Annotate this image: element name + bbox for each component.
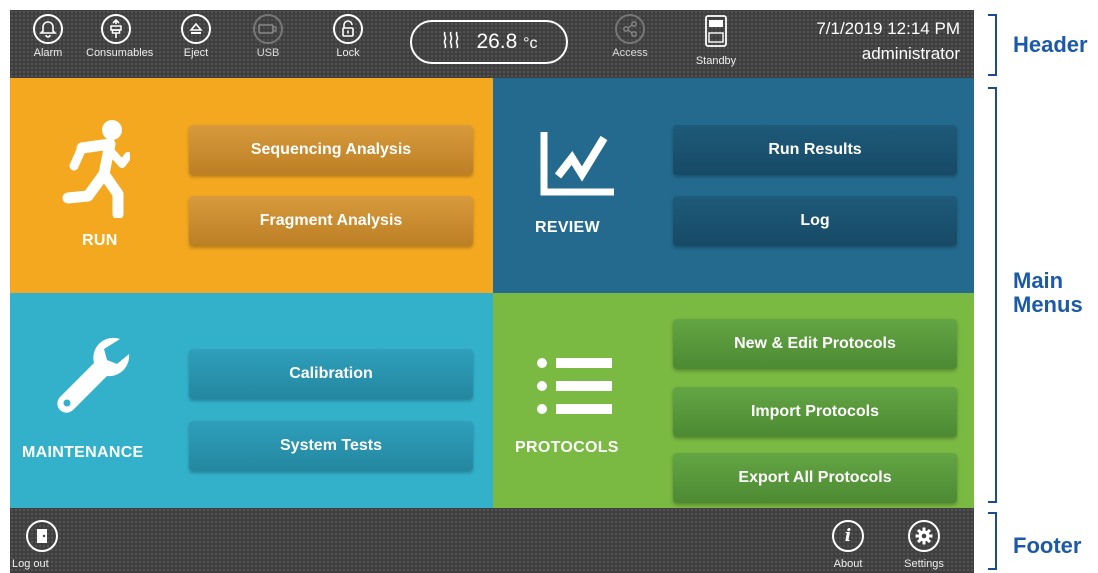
heater-icon xyxy=(440,29,462,56)
eject-button[interactable]: Eject xyxy=(166,14,226,59)
wrench-icon xyxy=(50,333,130,428)
footer-bracket xyxy=(988,512,997,570)
logout-button[interactable]: Log out xyxy=(10,520,74,570)
new-edit-protocols-button[interactable]: New & Edit Protocols xyxy=(673,319,957,369)
usb-button[interactable]: USB xyxy=(238,14,298,59)
lock-button[interactable]: Lock xyxy=(318,14,378,59)
system-tests-button[interactable]: System Tests xyxy=(189,421,473,471)
main-menus-annotation: Main Menus xyxy=(1013,269,1083,317)
datetime: 7/1/2019 12:14 PM xyxy=(816,19,960,38)
main-menus-bracket xyxy=(988,87,997,503)
fragment-analysis-button[interactable]: Fragment Analysis xyxy=(189,196,473,246)
sequencing-analysis-button[interactable]: Sequencing Analysis xyxy=(189,125,473,175)
gear-icon xyxy=(908,520,940,552)
review-title: REVIEW xyxy=(535,219,600,236)
temperature-display[interactable]: 26.8 °c xyxy=(410,20,568,64)
maintenance-title: MAINTENANCE xyxy=(22,444,144,461)
consumables-icon xyxy=(101,14,131,44)
about-button[interactable]: i About xyxy=(816,520,880,570)
header-annotation: Header xyxy=(1013,32,1088,57)
share-icon xyxy=(615,14,645,44)
alarm-button[interactable]: Alarm xyxy=(18,14,78,59)
log-button[interactable]: Log xyxy=(673,196,957,246)
run-title: RUN xyxy=(82,232,118,249)
header-bar: Alarm Consumables Eject USB Lock 26.8 °c… xyxy=(10,10,974,78)
info-icon: i xyxy=(832,520,864,552)
access-label: Access xyxy=(612,47,648,59)
settings-button[interactable]: Settings xyxy=(892,520,956,570)
temperature-value: 26.8 °c xyxy=(476,30,538,53)
standby-button[interactable]: Standby xyxy=(686,15,746,67)
run-menu: RUN Sequencing Analysis Fragment Analysi… xyxy=(10,78,493,293)
door-icon xyxy=(26,520,58,552)
consumables-button[interactable]: Consumables xyxy=(86,14,154,59)
main-menus-annotation-line1: Main xyxy=(1013,268,1064,293)
alarm-label: Alarm xyxy=(33,47,63,59)
protocols-menu: PROTOCOLS New & Edit Protocols Import Pr… xyxy=(493,293,974,508)
consumables-label: Consumables xyxy=(86,47,154,59)
lock-label: Lock xyxy=(336,47,360,59)
settings-label: Settings xyxy=(904,558,944,570)
standby-label: Standby xyxy=(695,55,737,67)
standby-icon xyxy=(686,15,746,52)
review-menu: REVIEW Run Results Log xyxy=(493,78,974,293)
status-info: 7/1/2019 12:14 PM administrator xyxy=(816,16,960,66)
instrument-screen: Alarm Consumables Eject USB Lock 26.8 °c… xyxy=(10,10,974,573)
access-button[interactable]: Access xyxy=(600,14,660,59)
eject-icon xyxy=(181,14,211,44)
export-all-protocols-button[interactable]: Export All Protocols xyxy=(673,453,957,503)
maintenance-menu: MAINTENANCE Calibration System Tests xyxy=(10,293,493,508)
list-icon xyxy=(536,357,612,422)
line-chart-icon xyxy=(538,130,618,203)
bell-icon xyxy=(33,14,63,44)
running-person-icon xyxy=(60,118,132,223)
current-user: administrator xyxy=(861,44,960,63)
footer-bar: Log out i About Settings xyxy=(10,508,974,573)
header-bracket xyxy=(988,14,997,76)
import-protocols-button[interactable]: Import Protocols xyxy=(673,387,957,437)
lock-icon xyxy=(333,14,363,44)
main-menus-annotation-line2: Menus xyxy=(1013,292,1083,317)
run-results-button[interactable]: Run Results xyxy=(673,125,957,175)
footer-annotation: Footer xyxy=(1013,533,1082,558)
usb-label: USB xyxy=(256,47,280,59)
usb-icon xyxy=(253,14,283,44)
about-label: About xyxy=(833,558,863,570)
eject-label: Eject xyxy=(183,47,209,59)
calibration-button[interactable]: Calibration xyxy=(189,349,473,399)
logout-label: Log out xyxy=(12,558,49,570)
protocols-title: PROTOCOLS xyxy=(515,439,619,456)
